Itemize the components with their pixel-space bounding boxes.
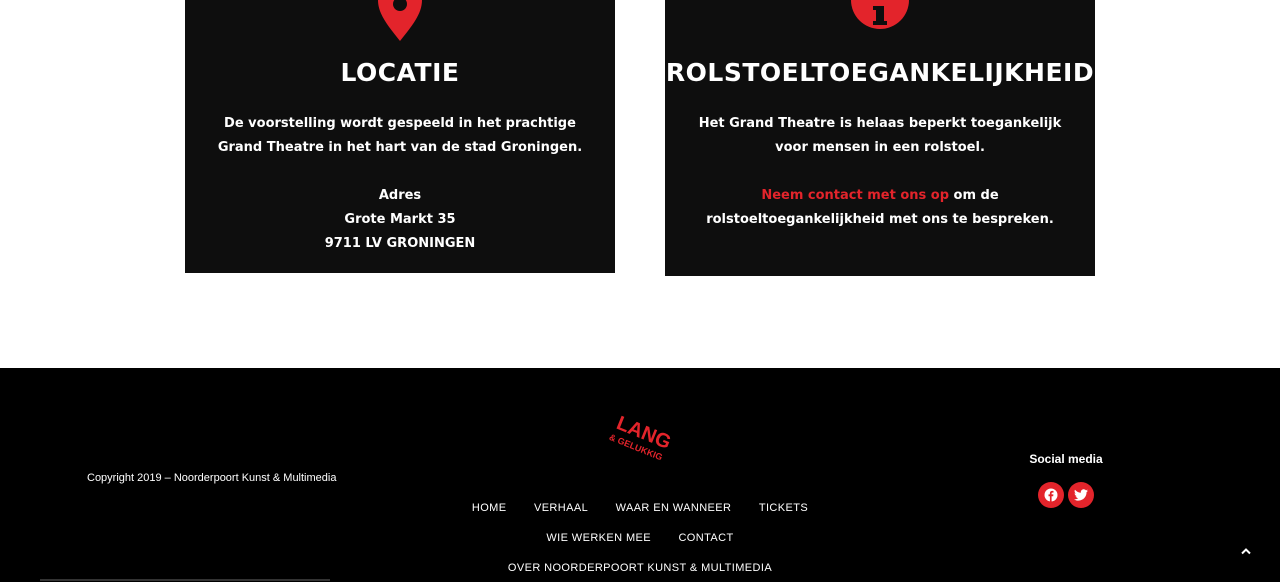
nav-waar-en-wanneer[interactable]: WAAR EN WANNEER bbox=[616, 502, 732, 514]
location-title: LOCATIE bbox=[340, 58, 460, 87]
scrollbar-track[interactable] bbox=[40, 579, 330, 581]
accessibility-text: Het Grand Theatre is helaas beperkt toeg… bbox=[685, 112, 1075, 232]
nav-wie-werken-mee[interactable]: WIE WERKEN MEE bbox=[546, 532, 651, 544]
site-footer: LANG & GELUKKIG Copyright 2019 – Noorder… bbox=[0, 368, 1280, 582]
facebook-icon bbox=[1044, 488, 1058, 502]
location-card: LOCATIE De voorstelling wordt gespeeld i… bbox=[185, 0, 615, 273]
address-street: Grote Markt 35 bbox=[344, 212, 456, 227]
twitter-icon bbox=[1074, 489, 1088, 501]
address-city: 9711 LV GRONINGEN bbox=[324, 236, 476, 251]
footer-nav-row: HOME VERHAAL WAAR EN WANNEER TICKETS bbox=[0, 502, 1280, 514]
footer-nav-row: OVER NOORDERPOORT KUNST & MULTIMEDIA bbox=[0, 562, 1280, 574]
accessibility-contact: Neem contact met ons op om de rolstoelto… bbox=[685, 184, 1075, 232]
nav-home[interactable]: HOME bbox=[472, 502, 507, 514]
accessibility-intro: Het Grand Theatre is helaas beperkt toeg… bbox=[698, 116, 1062, 155]
copyright-text: Copyright 2019 – Noorderpoort Kunst & Mu… bbox=[87, 472, 337, 484]
nav-over-noorderpoort[interactable]: OVER NOORDERPOORT KUNST & MULTIMEDIA bbox=[508, 562, 772, 574]
accessibility-card: ROLSTOELTOEGANKELIJKHEID Het Grand Theat… bbox=[665, 0, 1095, 276]
map-pin-icon bbox=[378, 0, 422, 41]
location-intro: De voorstelling wordt gespeeld in het pr… bbox=[217, 116, 583, 155]
info-icon bbox=[851, 0, 909, 29]
footer-nav-row: WIE WERKEN MEE CONTACT bbox=[0, 532, 1280, 544]
contact-link[interactable]: Neem contact met ons op bbox=[761, 188, 949, 203]
site-logo[interactable]: LANG & GELUKKIG bbox=[592, 408, 688, 466]
address-label: Adres bbox=[378, 188, 422, 203]
nav-contact[interactable]: CONTACT bbox=[678, 532, 733, 544]
social-title: Social media bbox=[1029, 452, 1103, 466]
chevron-up-icon bbox=[1241, 548, 1251, 555]
scroll-to-top-button[interactable] bbox=[1236, 542, 1256, 558]
accessibility-title: ROLSTOELTOEGANKELIJKHEID bbox=[665, 58, 1095, 87]
nav-verhaal[interactable]: VERHAAL bbox=[534, 502, 588, 514]
location-text: De voorstelling wordt gespeeld in het pr… bbox=[205, 112, 595, 256]
nav-tickets[interactable]: TICKETS bbox=[759, 502, 808, 514]
